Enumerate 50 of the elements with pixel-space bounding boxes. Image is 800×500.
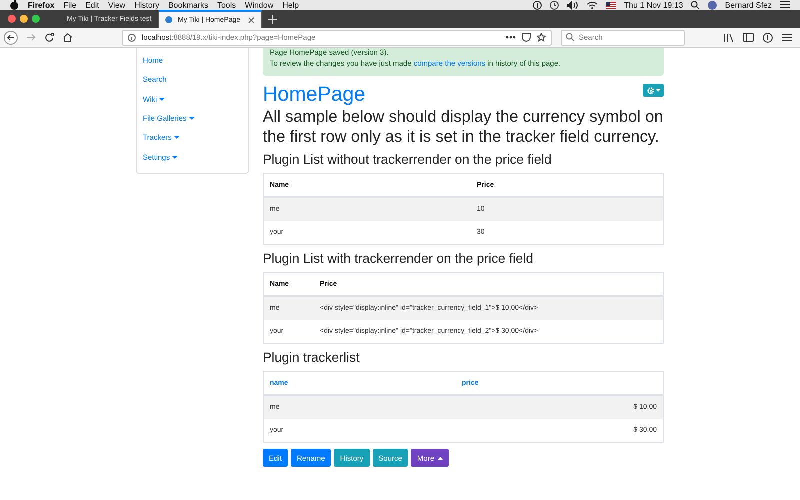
menu-item[interactable]: Bookmarks bbox=[168, 0, 208, 10]
menu-icon[interactable] bbox=[782, 34, 792, 42]
avatar-icon[interactable] bbox=[708, 0, 718, 10]
list-icon[interactable] bbox=[780, 1, 790, 9]
star-icon[interactable] bbox=[537, 33, 546, 42]
user-name[interactable]: Bernard Sfez bbox=[725, 0, 772, 10]
section-heading: Plugin List without trackerrender on the price field bbox=[263, 152, 553, 168]
page-intro: All sample below should display the currency symbol on the first row only as it is set in the tracker field currency. bbox=[263, 107, 664, 147]
close-window-icon[interactable] bbox=[8, 15, 16, 23]
caret-up-icon[interactable] bbox=[438, 456, 442, 460]
back-icon[interactable] bbox=[4, 30, 18, 44]
info-icon[interactable] bbox=[533, 0, 542, 10]
gear-icon[interactable] bbox=[646, 86, 654, 94]
wifi-icon[interactable] bbox=[587, 0, 598, 10]
menu-item[interactable]: View bbox=[108, 0, 126, 10]
site-logo-icon[interactable] bbox=[165, 16, 173, 24]
section-heading: Plugin List with trackerrender on the price field bbox=[263, 251, 534, 267]
reload-icon[interactable] bbox=[45, 33, 54, 42]
sidebar-icon[interactable] bbox=[743, 33, 754, 42]
page-actions-button[interactable] bbox=[643, 84, 664, 97]
menu-item[interactable]: History bbox=[134, 0, 160, 10]
shield-icon[interactable] bbox=[522, 33, 531, 42]
info-icon[interactable] bbox=[128, 34, 136, 42]
menu-item[interactable]: Help bbox=[282, 0, 300, 10]
caret-down-icon[interactable] bbox=[656, 89, 660, 92]
flag-icon[interactable] bbox=[606, 2, 616, 8]
volume-icon[interactable] bbox=[567, 0, 580, 10]
clock-icon[interactable] bbox=[550, 0, 560, 10]
section-heading: Plugin trackerlist bbox=[263, 350, 361, 366]
apple-icon[interactable] bbox=[10, 0, 19, 10]
caret-down-icon[interactable] bbox=[172, 156, 178, 159]
info-icon[interactable] bbox=[763, 32, 773, 42]
clock-text: Thu 1 Nov 19:13 bbox=[624, 0, 684, 10]
menu-item[interactable]: Window bbox=[245, 0, 274, 10]
close-icon[interactable] bbox=[248, 16, 255, 24]
new-tab-icon[interactable] bbox=[268, 14, 277, 24]
search-icon[interactable] bbox=[691, 0, 700, 10]
maximize-window-icon[interactable] bbox=[32, 15, 40, 23]
minimize-window-icon[interactable] bbox=[20, 15, 28, 23]
home-icon[interactable] bbox=[63, 33, 73, 42]
menu-item[interactable]: File bbox=[64, 0, 77, 10]
page-title[interactable]: HomePage bbox=[263, 83, 366, 107]
menu-item[interactable]: Edit bbox=[86, 0, 100, 10]
more-icon[interactable] bbox=[506, 36, 516, 39]
caret-down-icon[interactable] bbox=[159, 98, 166, 101]
app-menu[interactable]: Firefox bbox=[28, 0, 55, 10]
library-icon[interactable] bbox=[724, 33, 734, 42]
caret-down-icon[interactable] bbox=[188, 117, 195, 120]
menu-item[interactable]: Tools bbox=[217, 0, 236, 10]
caret-down-icon[interactable] bbox=[174, 136, 180, 140]
